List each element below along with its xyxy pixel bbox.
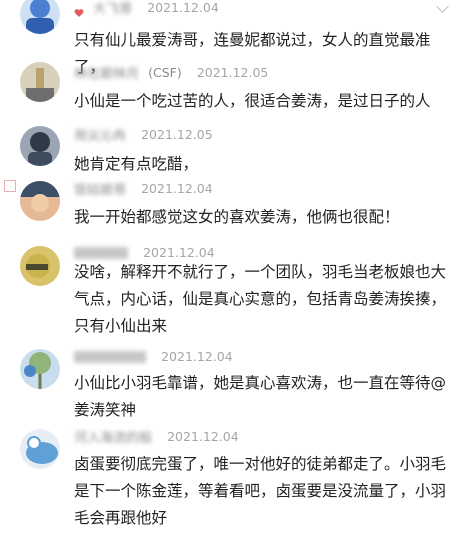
avatar-image — [20, 429, 60, 469]
comment-author[interactable]: 饭姑娘哥 — [74, 179, 126, 198]
chevron-down-icon[interactable] — [436, 0, 449, 13]
avatar[interactable] — [20, 0, 60, 34]
comment-header: 饭姑娘哥 2021.12.04 — [74, 178, 213, 198]
comment-author[interactable]: 河入海流的船 — [74, 427, 152, 446]
comment-author[interactable]: 林在颠林月 — [74, 63, 139, 82]
comment-date: 2021.12.05 — [196, 65, 269, 80]
comment-text: 没啥，解释开不就行了，一个团队，羽毛当老板娘也大气点，内心话，仙是真心实意的，包… — [74, 263, 447, 335]
avatar[interactable] — [20, 62, 60, 102]
avatar[interactable] — [20, 429, 60, 469]
comment-header: 林在颠林月 (CSF) 2021.12.05 — [74, 62, 269, 82]
comment-header: 用尖沁冉 2021.12.05 — [74, 124, 213, 144]
comment-author[interactable]: 用尖沁冉 — [74, 125, 126, 144]
heart-icon — [74, 3, 84, 17]
comment-date: 2021.12.04 — [167, 429, 239, 444]
avatar[interactable] — [20, 181, 60, 221]
comment-header: 2021.12.04 — [74, 242, 215, 260]
comment-text: 我一开始都感觉这女的喜欢姜涛，他俩也很配！ — [74, 208, 400, 226]
avatar[interactable] — [20, 246, 60, 286]
avatar-image — [20, 181, 60, 221]
comment-text: 小仙比小羽毛靠谱，她是真心喜欢涛，也一直在等待@姜涛笑神 — [74, 374, 447, 419]
comment-text: 卤蛋要彻底完蛋了，唯一对他好的徒弟都走了。小羽毛是下一个陈金莲，等着看吧，卤蛋要… — [74, 455, 447, 527]
avatar-image — [20, 246, 60, 286]
comment-author-suffix: (CSF) — [148, 65, 182, 80]
comment-date: 2021.12.04 — [143, 245, 215, 260]
comment-date: 2021.12.04 — [147, 0, 219, 15]
avatar-image — [20, 0, 60, 34]
comment-author[interactable] — [74, 350, 146, 363]
comment-text: 她肯定有点吃醋， — [74, 155, 199, 173]
avatar[interactable] — [20, 126, 60, 166]
comment-header: 大飞哥 2021.12.04 — [74, 0, 219, 17]
comment-date: 2021.12.04 — [141, 181, 213, 196]
comment-text: 小仙是一个吃过苦的人，很适合姜涛，是过日子的人 — [74, 92, 431, 110]
comment-header: 2021.12.04 — [74, 346, 233, 364]
avatar-image — [20, 349, 60, 389]
comment-date: 2021.12.05 — [141, 127, 213, 142]
selection-handle — [4, 180, 16, 192]
comment-date: 2021.12.04 — [161, 349, 233, 364]
avatar-image — [20, 126, 60, 166]
avatar[interactable] — [20, 349, 60, 389]
comment-header: 河入海流的船 2021.12.04 — [74, 426, 239, 446]
avatar-image — [20, 62, 60, 102]
comment-list: 大飞哥 2021.12.04 只有仙儿最爱涛哥，连曼妮都说过，女人的直觉最准了，… — [0, 0, 461, 533]
comment-author[interactable]: 大飞哥 — [93, 0, 132, 17]
comment-author[interactable] — [74, 246, 128, 259]
